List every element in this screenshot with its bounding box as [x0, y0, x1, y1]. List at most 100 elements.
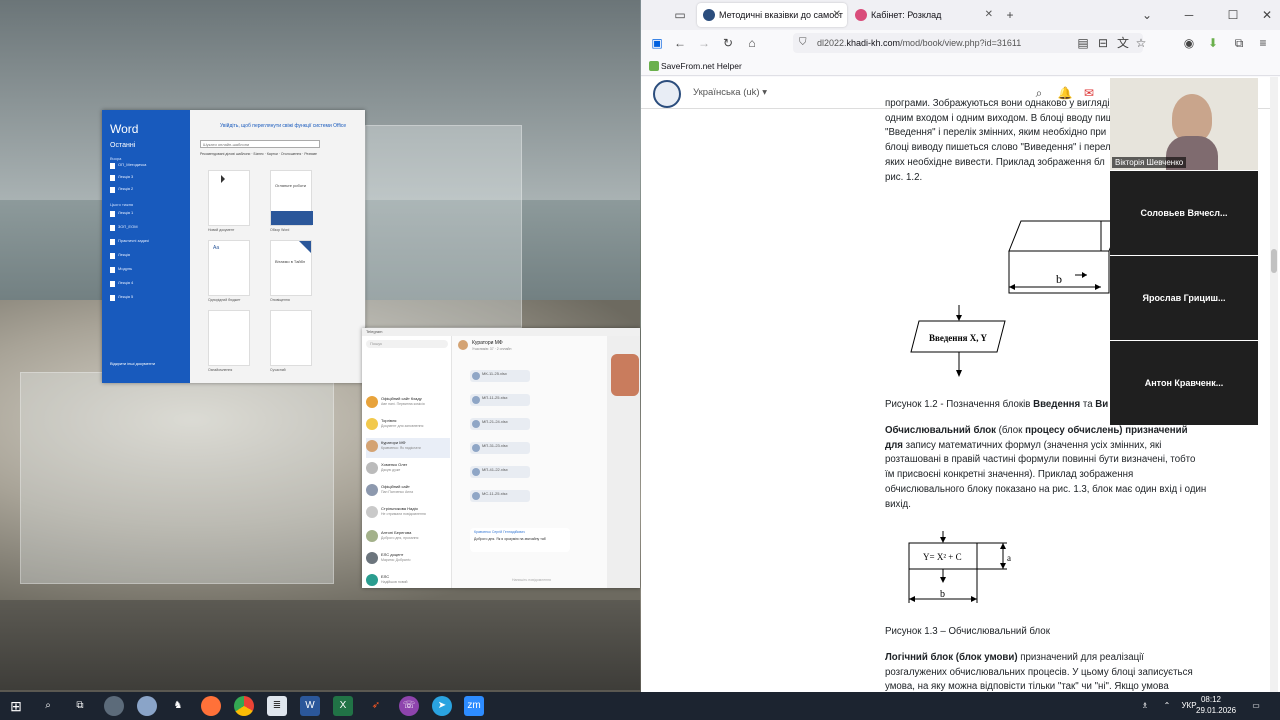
file-attachment[interactable]: МП-11-25.xlsx [470, 394, 530, 406]
notepad-icon[interactable]: ≣ [267, 696, 287, 716]
word-template-label: Ознайомлення [208, 368, 233, 372]
windows-start-icon[interactable]: ⊞ [6, 696, 26, 716]
chat-item[interactable]: Хоменко Олег Дякую дуже [366, 460, 450, 480]
maximize-icon[interactable]: ☐ [1223, 5, 1243, 25]
word-recent-item[interactable]: Модуль [110, 266, 186, 275]
person-icon[interactable]: ♗ [1138, 692, 1152, 720]
telegram-icon[interactable]: ➤ [432, 696, 452, 716]
file-attachment[interactable]: МК-11-25.xlsx [470, 370, 530, 382]
tab-close-icon[interactable]: ✕ [985, 3, 993, 27]
firefox-icon[interactable] [201, 696, 221, 716]
word-template-tour[interactable]: Огляньте роботи [270, 170, 313, 226]
figure-1-2: b Введення X, Y [910, 220, 1122, 377]
task-view-icon[interactable]: ⧉ [70, 696, 90, 716]
chat-subtitle: Учасників: 37 · 2 онлайн [472, 347, 512, 351]
clock-date[interactable]: 29.01.2026 [1196, 706, 1236, 720]
word-template-budget[interactable]: Aa [208, 240, 250, 296]
word-start-window[interactable]: Word Останні Вчора ОП_Методичка Лекція 3… [102, 110, 365, 383]
video-tile-speaker[interactable]: Вікторія Шевченко [1110, 78, 1258, 170]
extensions-icon[interactable]: ⧉ [1229, 33, 1249, 53]
word-recent-item[interactable]: ОП_Методичка [110, 162, 186, 171]
bookmark-star-icon[interactable]: ☆ [1131, 33, 1151, 53]
nav-bar: ▣ ← → ↻ ⌂ ⛉ dl2022.khadi-kh.com/mod/book… [641, 30, 1280, 56]
word-recent-item[interactable]: Практичні задачі [110, 238, 186, 247]
file-attachment[interactable]: МС-11-25.xlsx [470, 490, 530, 502]
message-input[interactable]: Напишіть повідомлення [512, 578, 551, 582]
page-scrollbar-thumb[interactable] [1271, 249, 1277, 273]
notifications-icon[interactable]: ▭ [1248, 692, 1264, 720]
chat-item[interactable]: Торгівля Документ для заповнення [366, 416, 450, 436]
word-icon[interactable]: W [300, 696, 320, 716]
app-icon[interactable] [137, 696, 157, 716]
app-icon[interactable] [104, 696, 124, 716]
app-icon[interactable]: ♞ [168, 696, 188, 716]
search-icon[interactable]: ⌕ [38, 696, 58, 716]
word-recent-item[interactable]: Лекція 4 [110, 280, 186, 289]
tab-methodical[interactable]: Методичні вказівки до самост ✕ [697, 3, 847, 27]
telegram-window[interactable]: Telegram Пошук Офіційний сайт Кхаду Аве п… [362, 328, 640, 588]
zoom-icon[interactable]: zm [464, 696, 484, 716]
speaker-name: Вікторія Шевченко [1112, 157, 1187, 168]
word-template-label: Новий документ [208, 228, 235, 232]
chat-item[interactable]: Офіційний сайт Пан Панченко Анна [366, 482, 450, 502]
word-open-other-link[interactable]: Відкрити інші документи [110, 361, 155, 366]
tray-chevron-up-icon[interactable]: ⌃ [1160, 692, 1174, 720]
close-window-icon[interactable]: ✕ [1257, 5, 1277, 25]
word-recent-item[interactable]: 3ОП_ЕОМ [110, 224, 186, 233]
word-template-corner [299, 241, 311, 253]
chat-item[interactable]: Антоні Берегова Доброго дня, прохання [366, 528, 450, 548]
chat-item[interactable]: ЕЛС доцент Марина: Добраніч [366, 550, 450, 570]
minimize-icon[interactable]: ─ [1179, 5, 1199, 25]
pocket-icon[interactable]: ⊟ [1093, 33, 1113, 53]
page-scrollbar[interactable] [1270, 77, 1278, 692]
word-template-categories[interactable]: Рекомендовані ділові шаблони · Бізнес · … [200, 152, 360, 156]
avatar [366, 552, 378, 564]
word-template-modern[interactable] [208, 310, 250, 366]
sidebar-icon[interactable]: ▣ [647, 33, 667, 53]
video-tile-participant[interactable]: Соловьев Вячесл... [1110, 171, 1258, 255]
bookmark-savefrom[interactable]: SaveFrom.net Helper [661, 61, 742, 71]
chrome-icon[interactable] [234, 696, 254, 716]
word-recent-item[interactable]: Лекція 1 [110, 210, 186, 219]
file-attachment[interactable]: МП-21-24.xlsx [470, 418, 530, 430]
chat-item-active[interactable]: Куратори МФ Кравченко: Як надіслати [366, 438, 450, 458]
fig2-b-label: b [1056, 272, 1062, 286]
video-tile-participant[interactable]: Антон Кравченк... [1110, 341, 1258, 425]
reader-view-icon[interactable]: ▤ [1073, 33, 1093, 53]
file-attachment[interactable]: МП-41-22.xlsx [470, 466, 530, 478]
word-template-search[interactable]: Шукати онлайн-шаблони [200, 140, 320, 148]
word-recent-item[interactable]: Лекція 3 [110, 174, 186, 183]
new-tab-icon[interactable]: + [1000, 5, 1020, 25]
word-recent-item[interactable]: Лекція [110, 252, 186, 261]
reload-icon[interactable]: ↻ [718, 33, 738, 53]
app-icon[interactable]: ➶ [366, 696, 386, 716]
language-selector[interactable]: Українська (uk) ▾ [693, 87, 767, 98]
menu-icon[interactable]: ≡ [1253, 33, 1273, 53]
chat-item[interactable]: Офіційний сайт Кхаду Аве пані. Первинна к… [366, 394, 450, 414]
word-template-welcome[interactable]: Вітаємо в Тайбл [270, 240, 312, 296]
word-template-sharp[interactable] [270, 310, 312, 366]
viber-icon[interactable]: ☏ [399, 696, 419, 716]
word-recent-item[interactable]: Лекція 2 [110, 186, 186, 195]
telegram-search[interactable]: Пошук [366, 340, 448, 348]
back-arrow-icon[interactable]: ← [670, 33, 690, 53]
tab-close-icon[interactable]: ✕ [833, 3, 841, 27]
forward-arrow-icon[interactable]: → [694, 33, 714, 53]
video-tile-participant[interactable]: Ярослав Грициш... [1110, 256, 1258, 340]
tab-manager-icon[interactable]: ▭ [670, 5, 690, 25]
word-template-blank[interactable] [208, 170, 250, 226]
chat-item[interactable]: Стрільникова Надія Не отримали повідомлен… [366, 504, 450, 524]
tab-list-chevron-down-icon[interactable]: ⌄ [1137, 5, 1157, 25]
university-logo[interactable] [653, 80, 681, 108]
chat-item[interactable]: ЕЛС Надійшов новий [366, 572, 450, 588]
word-recent-item[interactable]: Лекція 5 [110, 294, 186, 303]
file-attachment[interactable]: МП-31-23.xlsx [470, 442, 530, 454]
word-template-aa-icon: Aa [213, 245, 220, 251]
extension-vpn-icon[interactable]: ◉ [1179, 33, 1199, 53]
word-template-label: Однорідний бюджет [208, 298, 241, 302]
tab-cabinet[interactable]: Кабінет: Розклад ✕ [849, 3, 999, 27]
translate-icon[interactable]: 文 [1113, 33, 1133, 53]
home-icon[interactable]: ⌂ [742, 33, 762, 53]
excel-icon[interactable]: X [333, 696, 353, 716]
download-arrow-icon[interactable]: ⬇ [1203, 33, 1223, 53]
